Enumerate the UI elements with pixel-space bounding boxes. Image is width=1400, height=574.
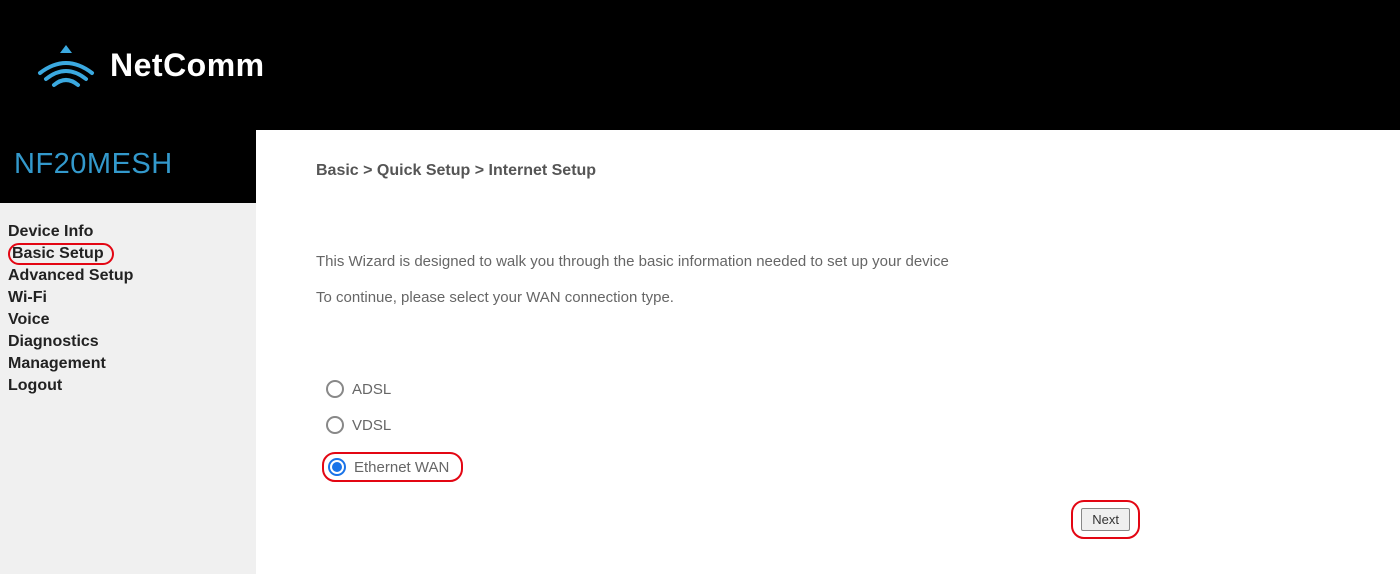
sidebar-item-diagnostics[interactable]: Diagnostics (8, 331, 99, 353)
sidebar-item-management[interactable]: Management (8, 353, 106, 375)
next-button-highlight: Next (1071, 500, 1140, 539)
sidebar-item-wifi[interactable]: Wi-Fi (8, 287, 47, 309)
radio-icon (326, 416, 344, 434)
sidebar-item-voice[interactable]: Voice (8, 309, 50, 331)
wifi-arcs-icon (34, 41, 98, 89)
radio-icon (326, 380, 344, 398)
sidebar-item-advanced-setup[interactable]: Advanced Setup (8, 265, 133, 287)
wan-option-label: Ethernet WAN (354, 459, 449, 476)
breadcrumb: Basic > Quick Setup > Internet Setup (316, 162, 1340, 180)
wan-option-label: VDSL (352, 417, 391, 434)
wan-option-vdsl[interactable]: VDSL (326, 416, 1340, 434)
main-content: Basic > Quick Setup > Internet Setup Thi… (256, 130, 1400, 574)
wan-option-label: ADSL (352, 381, 391, 398)
sidebar-item-device-info[interactable]: Device Info (8, 221, 93, 243)
wan-connection-type-group: ADSL VDSL Ethernet WAN (326, 380, 1340, 500)
nav-list: Device Info Basic Setup Advanced Setup W… (0, 203, 256, 375)
radio-icon-checked (328, 458, 346, 476)
wizard-description: This Wizard is designed to walk you thro… (316, 250, 1340, 310)
sidebar: NF20MESH Device Info Basic Setup Advance… (0, 130, 256, 574)
wan-option-adsl[interactable]: ADSL (326, 380, 1340, 398)
header-bar: NetComm (0, 0, 1400, 130)
brand-name: NetComm (110, 47, 265, 84)
next-button[interactable]: Next (1081, 508, 1130, 531)
wizard-line-1: This Wizard is designed to walk you thro… (316, 250, 1340, 274)
wizard-line-2: To continue, please select your WAN conn… (316, 286, 1340, 310)
brand-logo: NetComm (34, 41, 265, 89)
sidebar-item-basic-setup[interactable]: Basic Setup (8, 243, 114, 265)
wan-option-ethernet-wan[interactable]: Ethernet WAN (322, 452, 463, 482)
model-name: NF20MESH (0, 130, 256, 203)
sidebar-item-logout[interactable]: Logout (8, 375, 62, 397)
